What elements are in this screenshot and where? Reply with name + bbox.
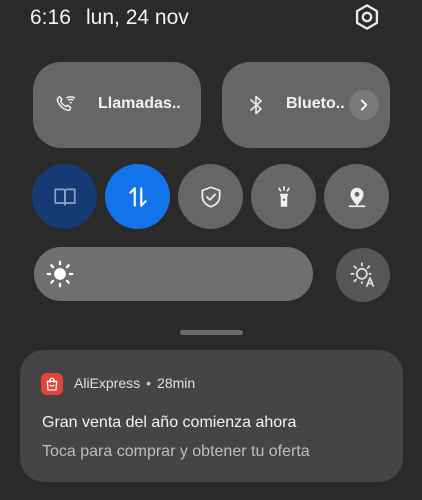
notification-card[interactable]: AliExpress • 28min Gran venta del año comi… (20, 350, 403, 482)
app-name: AliExpress (74, 375, 141, 391)
sun-icon (46, 260, 74, 288)
shopping-bag-icon (46, 377, 58, 391)
auto-brightness-button[interactable] (336, 248, 390, 302)
wifi-calling-label: Llamadas.. (98, 95, 181, 112)
brightness-slider[interactable] (34, 247, 313, 301)
security-toggle[interactable] (178, 164, 243, 229)
chevron-right-icon (360, 99, 368, 111)
auto-brightness-icon (350, 262, 375, 287)
notification-body: Toca para comprar y obtener tu oferta (42, 443, 310, 460)
panel-drag-handle[interactable] (180, 330, 243, 335)
flashlight-toggle[interactable] (251, 164, 316, 229)
reading-mode-icon (53, 188, 76, 205)
bluetooth-icon (250, 95, 262, 115)
header-separator: • (146, 375, 152, 391)
flashlight-icon (277, 185, 290, 207)
bluetooth-label: Blueto.. (286, 95, 345, 112)
bluetooth-expand-button[interactable] (349, 90, 379, 120)
status-date: lun, 24 nov (86, 6, 189, 29)
location-toggle[interactable] (324, 164, 389, 229)
wifi-calling-tile[interactable]: Llamadas.. (33, 62, 201, 148)
aliexpress-app-icon (41, 373, 63, 395)
notification-time: 28min (157, 375, 196, 391)
settings-button[interactable] (352, 0, 382, 34)
location-icon (348, 187, 365, 207)
mobile-data-toggle[interactable] (105, 164, 170, 229)
mobile-data-icon (128, 186, 147, 207)
notification-title: Gran venta del año comienza ahora (42, 414, 297, 431)
notification-header: AliExpress • 28min (74, 375, 195, 391)
wifi-calling-icon (56, 95, 76, 112)
status-time: 6:16 (30, 6, 71, 29)
shield-icon (200, 185, 221, 208)
reading-mode-toggle[interactable] (32, 164, 97, 229)
bluetooth-tile[interactable]: Blueto.. (222, 62, 390, 148)
settings-gear-icon (355, 4, 379, 30)
